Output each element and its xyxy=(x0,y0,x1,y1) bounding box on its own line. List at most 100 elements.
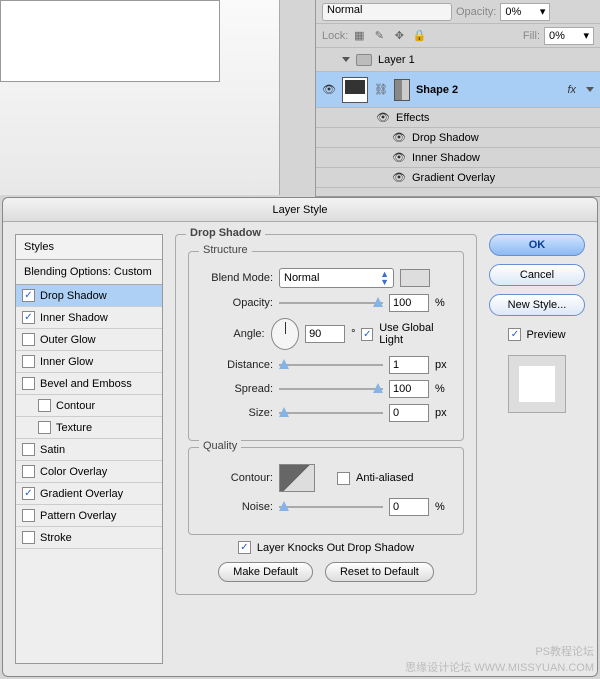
size-label: Size: xyxy=(201,407,273,419)
style-stroke[interactable]: Stroke xyxy=(16,527,162,549)
blending-options-header[interactable]: Blending Options: Custom xyxy=(16,260,162,285)
size-slider[interactable] xyxy=(279,407,383,419)
new-style-button[interactable]: New Style... xyxy=(489,294,585,316)
checkbox[interactable] xyxy=(22,465,35,478)
opacity-label: Opacity: xyxy=(456,6,496,18)
link-icon: ⛓ xyxy=(374,83,388,96)
effect-gradient-overlay[interactable]: 👁 Gradient Overlay xyxy=(316,168,600,188)
panel-title: Drop Shadow xyxy=(186,227,265,239)
styles-header[interactable]: Styles xyxy=(16,235,162,260)
checkbox[interactable]: ✓ xyxy=(22,289,35,302)
preview-swatch xyxy=(508,355,566,413)
visibility-icon[interactable]: 👁 xyxy=(376,111,390,125)
knockout-label: Layer Knocks Out Drop Shadow xyxy=(257,542,414,554)
style-texture[interactable]: Texture xyxy=(16,417,162,439)
checkbox[interactable] xyxy=(22,531,35,544)
dialog-buttons: OK Cancel New Style... ✓ Preview xyxy=(489,234,585,664)
checkbox[interactable] xyxy=(22,333,35,346)
mask-thumbnail xyxy=(394,79,410,101)
dialog-title: Layer Style xyxy=(3,198,597,222)
ok-button[interactable]: OK xyxy=(489,234,585,256)
angle-label: Angle: xyxy=(201,328,265,340)
checkbox[interactable] xyxy=(22,509,35,522)
style-outer-glow[interactable]: Outer Glow xyxy=(16,329,162,351)
antialiased-checkbox[interactable] xyxy=(337,472,350,485)
effect-drop-shadow[interactable]: 👁 Drop Shadow xyxy=(316,128,600,148)
fx-expand-icon[interactable] xyxy=(586,87,594,92)
checkbox[interactable] xyxy=(22,443,35,456)
contour-label: Contour: xyxy=(201,472,273,484)
fill-label: Fill: xyxy=(523,30,540,42)
visibility-icon[interactable]: 👁 xyxy=(392,151,406,165)
effect-inner-shadow[interactable]: 👁 Inner Shadow xyxy=(316,148,600,168)
checkbox[interactable]: ✓ xyxy=(22,311,35,324)
layer-blend-mode-select[interactable]: Normal xyxy=(322,3,452,21)
watermark: PS教程论坛 思缘设计论坛 WWW.MISSYUAN.COM xyxy=(405,643,594,675)
noise-slider[interactable] xyxy=(279,501,383,513)
opacity-field[interactable] xyxy=(389,294,429,312)
checkbox[interactable]: ✓ xyxy=(22,487,35,500)
knockout-checkbox[interactable]: ✓ xyxy=(238,541,251,554)
quality-title: Quality xyxy=(199,440,241,452)
contour-picker[interactable] xyxy=(279,464,315,492)
lock-position-icon[interactable]: ✥ xyxy=(392,29,406,43)
layer-name: Layer 1 xyxy=(378,54,415,66)
distance-field[interactable] xyxy=(389,356,429,374)
style-pattern-overlay[interactable]: Pattern Overlay xyxy=(16,505,162,527)
style-bevel-emboss[interactable]: Bevel and Emboss xyxy=(16,373,162,395)
lock-label: Lock: xyxy=(322,30,348,42)
style-drop-shadow[interactable]: ✓Drop Shadow xyxy=(16,285,162,307)
fx-badge[interactable]: fx xyxy=(567,84,576,96)
layer-opacity-field[interactable]: 0%▾ xyxy=(500,3,550,21)
style-contour[interactable]: Contour xyxy=(16,395,162,417)
checkbox[interactable] xyxy=(38,399,51,412)
checkbox[interactable] xyxy=(22,355,35,368)
make-default-button[interactable]: Make Default xyxy=(218,562,313,582)
preview-checkbox[interactable]: ✓ xyxy=(508,328,521,341)
style-color-overlay[interactable]: Color Overlay xyxy=(16,461,162,483)
checkbox[interactable] xyxy=(22,377,35,390)
layers-panel: Normal Opacity: 0%▾ Lock: ▦ ✎ ✥ 🔒 Fill: … xyxy=(315,0,600,197)
preview-label: Preview xyxy=(526,329,565,341)
antialiased-label: Anti-aliased xyxy=(356,472,413,484)
visibility-icon[interactable]: 👁 xyxy=(392,171,406,185)
noise-field[interactable] xyxy=(389,498,429,516)
lock-all-icon[interactable]: 🔒 xyxy=(412,29,426,43)
checkbox[interactable] xyxy=(38,421,51,434)
distance-slider[interactable] xyxy=(279,359,383,371)
styles-list: Styles Blending Options: Custom ✓Drop Sh… xyxy=(15,234,163,664)
layer-thumbnail xyxy=(342,77,368,103)
spread-field[interactable] xyxy=(389,380,429,398)
lock-paint-icon[interactable]: ✎ xyxy=(372,29,386,43)
layer-style-dialog: Layer Style Styles Blending Options: Cus… xyxy=(2,197,598,677)
layer-fill-field[interactable]: 0%▾ xyxy=(544,27,594,45)
opacity-slider[interactable] xyxy=(279,297,383,309)
global-light-checkbox[interactable]: ✓ xyxy=(361,328,373,341)
size-field[interactable] xyxy=(389,404,429,422)
canvas-area xyxy=(0,0,280,195)
layer-group-row[interactable]: Layer 1 xyxy=(316,48,600,72)
visibility-icon[interactable]: 👁 xyxy=(322,83,336,97)
lock-transparency-icon[interactable]: ▦ xyxy=(352,29,366,43)
canvas xyxy=(0,0,220,82)
style-inner-glow[interactable]: Inner Glow xyxy=(16,351,162,373)
cancel-button[interactable]: Cancel xyxy=(489,264,585,286)
angle-dial[interactable] xyxy=(271,318,299,350)
effects-row[interactable]: 👁 Effects xyxy=(316,108,600,128)
style-gradient-overlay[interactable]: ✓Gradient Overlay xyxy=(16,483,162,505)
structure-title: Structure xyxy=(199,244,252,256)
layer-name: Shape 2 xyxy=(416,84,458,96)
color-swatch[interactable] xyxy=(400,269,430,287)
spread-slider[interactable] xyxy=(279,383,383,395)
blend-mode-label: Blend Mode: xyxy=(201,272,273,284)
visibility-icon[interactable]: 👁 xyxy=(392,131,406,145)
style-inner-shadow[interactable]: ✓Inner Shadow xyxy=(16,307,162,329)
style-satin[interactable]: Satin xyxy=(16,439,162,461)
blend-mode-select[interactable]: Normal▲▼ xyxy=(279,268,394,288)
reset-default-button[interactable]: Reset to Default xyxy=(325,562,434,582)
angle-field[interactable] xyxy=(305,325,345,343)
expand-icon[interactable] xyxy=(342,57,350,62)
settings-panel: Drop Shadow Structure Blend Mode: Normal… xyxy=(175,234,477,664)
layer-shape-row[interactable]: 👁 ⛓ Shape 2 fx xyxy=(316,72,600,108)
distance-label: Distance: xyxy=(201,359,273,371)
